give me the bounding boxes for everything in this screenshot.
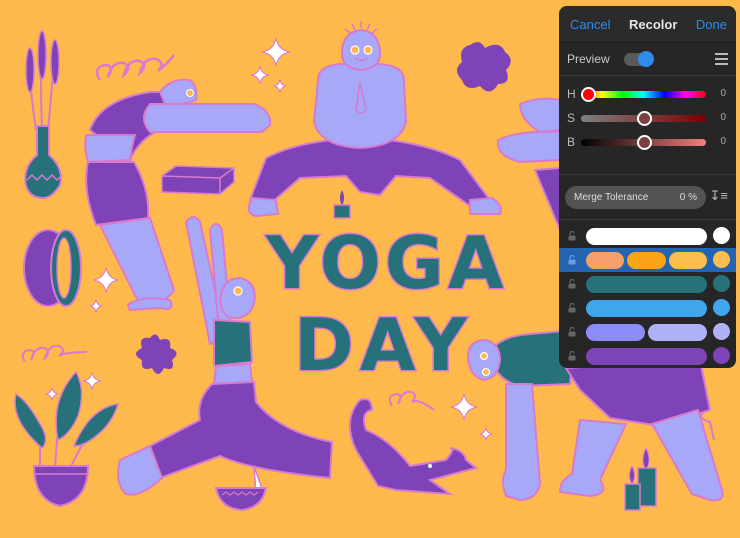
color-group-row[interactable] <box>559 272 736 296</box>
preview-toggle[interactable] <box>623 50 654 67</box>
merge-tolerance-row: Merge Tolerance 0 % ↧≡ <box>559 175 736 220</box>
color-swatch[interactable] <box>668 251 707 269</box>
unlock-icon[interactable] <box>568 255 576 265</box>
color-group-row[interactable] <box>559 248 736 272</box>
color-swatch[interactable] <box>586 275 707 293</box>
group-color-dot[interactable] <box>713 347 730 364</box>
saturation-label: S <box>567 111 576 125</box>
preview-label: Preview <box>567 52 610 66</box>
toggle-knob <box>637 50 654 67</box>
color-swatch[interactable] <box>586 347 707 365</box>
merge-tolerance-value: 0 % <box>679 191 697 203</box>
hue-value: 0 <box>720 88 726 99</box>
hue-slider[interactable] <box>581 91 706 98</box>
color-group-row[interactable] <box>559 320 736 344</box>
unlock-icon[interactable] <box>568 279 576 289</box>
unlock-icon[interactable] <box>568 351 576 361</box>
hamburger-menu-icon[interactable] <box>715 53 728 68</box>
brightness-slider-thumb[interactable] <box>637 135 652 150</box>
panel-header: Cancel Recolor Done <box>559 6 736 43</box>
group-color-dot[interactable] <box>713 227 730 244</box>
sort-descending-icon[interactable]: ↧≡ <box>710 188 728 204</box>
color-swatches <box>586 251 707 269</box>
hsb-sliders: H 0 S 0 B 0 <box>559 76 736 175</box>
yoga-block <box>161 165 235 195</box>
color-swatch[interactable] <box>586 251 625 269</box>
recolor-panel: Cancel Recolor Done Preview H 0 S 0 B 0 <box>559 6 736 368</box>
brightness-value: 0 <box>720 136 726 147</box>
color-group-row[interactable] <box>559 224 736 248</box>
hue-slider-row: H 0 <box>559 82 736 106</box>
color-group-list <box>559 220 736 368</box>
saturation-slider-thumb[interactable] <box>637 111 652 126</box>
color-swatch[interactable] <box>586 299 707 317</box>
color-swatches <box>586 275 707 293</box>
unlock-icon[interactable] <box>568 231 576 241</box>
color-group-row[interactable] <box>559 296 736 320</box>
preview-row: Preview <box>559 43 736 76</box>
group-color-dot[interactable] <box>713 299 730 316</box>
merge-tolerance-label: Merge Tolerance <box>574 191 649 203</box>
saturation-value: 0 <box>720 112 726 123</box>
color-swatches <box>586 323 707 341</box>
group-color-dot[interactable] <box>713 275 730 292</box>
saturation-slider-row: S 0 <box>559 106 736 130</box>
color-swatch[interactable] <box>627 251 666 269</box>
done-button[interactable]: Done <box>696 17 727 32</box>
unlock-icon[interactable] <box>568 327 576 337</box>
hue-slider-thumb[interactable] <box>581 87 596 102</box>
headline-line1: YOGA <box>265 221 508 305</box>
brightness-slider-row: B 0 <box>559 130 736 154</box>
color-group-row[interactable] <box>559 344 736 368</box>
unlock-icon[interactable] <box>568 303 576 313</box>
brightness-label: B <box>567 135 576 149</box>
hue-label: H <box>567 87 576 101</box>
cancel-button[interactable]: Cancel <box>570 17 610 32</box>
group-color-dot[interactable] <box>713 323 730 340</box>
color-swatches <box>586 227 707 245</box>
color-swatch[interactable] <box>586 323 645 341</box>
color-swatch[interactable] <box>648 323 707 341</box>
color-swatches <box>586 299 707 317</box>
merge-tolerance-control[interactable]: Merge Tolerance 0 % <box>565 185 706 209</box>
group-color-dot[interactable] <box>713 251 730 268</box>
panel-title: Recolor <box>628 16 678 32</box>
color-swatch[interactable] <box>586 227 707 245</box>
color-swatches <box>586 347 707 365</box>
headline-line2: DAY <box>294 303 473 387</box>
yoga-wheel <box>23 229 82 307</box>
